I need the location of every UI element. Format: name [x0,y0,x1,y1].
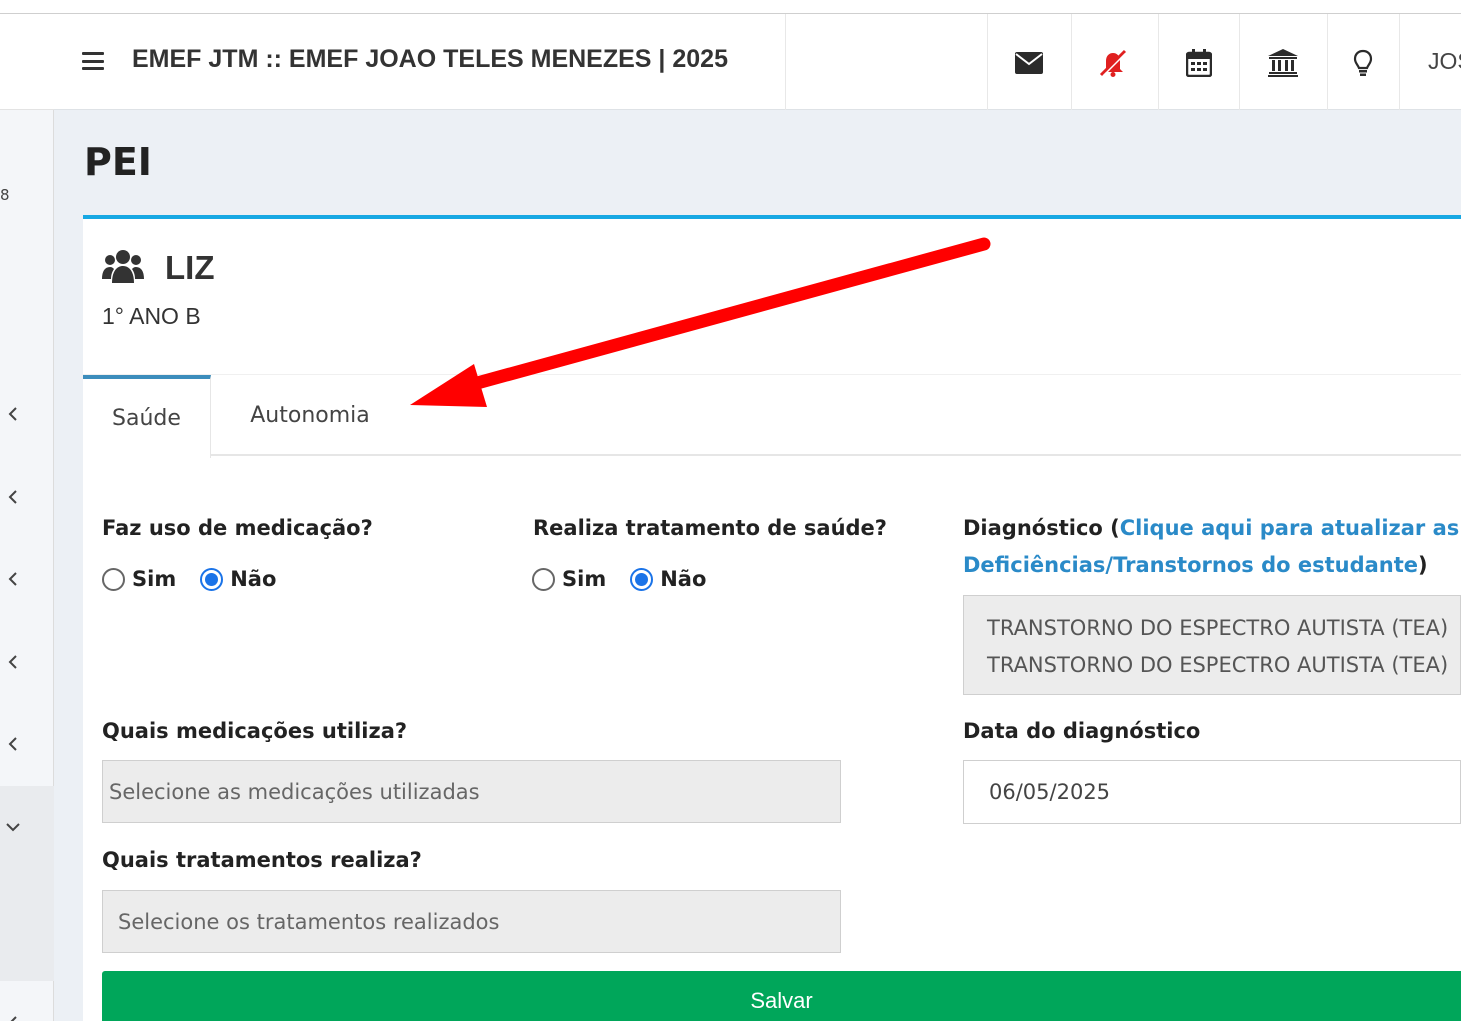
tab-saude[interactable]: Saúde [83,375,211,458]
chevron-left-icon[interactable] [4,488,22,506]
diagnosis-list: TRANSTORNO DO ESPECTRO AUTISTA (TEA) TRA… [963,595,1461,695]
chevron-left-icon[interactable] [4,570,22,588]
chevron-left-icon[interactable] [4,405,22,423]
page-title: PEI [84,140,152,184]
medication-no-label[interactable]: Não [230,567,276,591]
sidebar-number: 8 [0,186,10,204]
diagnosis-label-row: Diagnóstico (Clique aqui para atualizar … [963,516,1461,540]
treatment-yes-radio[interactable] [532,567,555,591]
sidebar: 8 [0,14,54,1021]
medication-radio-group: Sim Não [102,567,300,591]
medication-no-radio[interactable] [200,567,224,591]
diagnosis-item: TRANSTORNO DO ESPECTRO AUTISTA (TEA) [987,616,1449,640]
diagnosis-update-link-cont[interactable]: Deficiências/Transtornos do estudante [963,553,1418,577]
medication-yes-radio[interactable] [102,567,125,591]
treatment-no-radio[interactable] [630,567,654,591]
institution-icon[interactable] [1268,48,1298,78]
treatment-question: Realiza tratamento de saúde? [533,516,887,540]
chevron-left-icon[interactable] [4,735,22,753]
hamburger-menu-icon[interactable] [82,52,104,70]
save-button[interactable]: Salvar [102,971,1461,1021]
bell-slash-icon[interactable] [1098,48,1128,78]
diagnosis-label: Diagnóstico [963,516,1103,540]
header-divider [1327,14,1328,110]
treatments-label: Quais tratamentos realiza? [102,848,422,872]
diagnosis-update-link[interactable]: Clique aqui para atualizar as in [1120,516,1461,540]
student-card: LIZ 1° ANO B Saúde Autonomia Faz uso de … [83,215,1461,1021]
diagnosis-item: TRANSTORNO DO ESPECTRO AUTISTA (TEA) [987,653,1449,677]
treatment-no-label[interactable]: Não [660,567,706,591]
medication-question: Faz uso de medicação? [102,516,373,540]
diagnosis-close-paren: ) [1418,553,1428,577]
header-divider [1158,14,1159,110]
chevron-down-icon[interactable] [4,818,22,836]
envelope-icon[interactable] [1014,48,1044,78]
sidebar-active-section [0,786,54,981]
medications-label: Quais medicações utiliza? [102,719,408,743]
header-divider [1071,14,1072,110]
top-navbar: EMEF JTM :: EMEF JOAO TELES MENEZES | 20… [54,14,1461,110]
tab-bar: Saúde Autonomia [83,375,1461,458]
treatment-radio-group: Sim Não [532,567,730,591]
header-divider [1399,14,1400,110]
chevron-left-icon[interactable] [4,653,22,671]
sidebar-brand[interactable] [0,14,54,110]
diagnosis-date-label: Data do diagnóstico [963,719,1201,743]
users-icon [102,250,144,283]
header-divider [1239,14,1240,110]
chevron-left-icon[interactable] [4,1014,22,1021]
header-divider [785,14,786,110]
diagnosis-open-paren: ( [1102,516,1120,540]
student-class: 1° ANO B [102,303,201,329]
header-divider [987,14,988,110]
tab-autonomia[interactable]: Autonomia [225,375,395,456]
browser-top-strip [0,0,1461,14]
treatments-select[interactable]: Selecione os tratamentos realizados [102,890,841,953]
calendar-icon[interactable] [1184,48,1214,78]
lightbulb-icon[interactable] [1348,48,1378,78]
diagnosis-label-row-2: Deficiências/Transtornos do estudante) [963,553,1428,577]
treatment-yes-label[interactable]: Sim [562,567,606,591]
school-title: EMEF JTM :: EMEF JOAO TELES MENEZES | 20… [132,45,728,73]
student-name: LIZ [165,249,215,286]
user-menu[interactable]: JOS [1428,48,1461,75]
medications-select[interactable]: Selecione as medicações utilizadas [102,760,841,823]
medication-yes-label[interactable]: Sim [132,567,176,591]
diagnosis-date-input[interactable]: 06/05/2025 [963,760,1461,824]
